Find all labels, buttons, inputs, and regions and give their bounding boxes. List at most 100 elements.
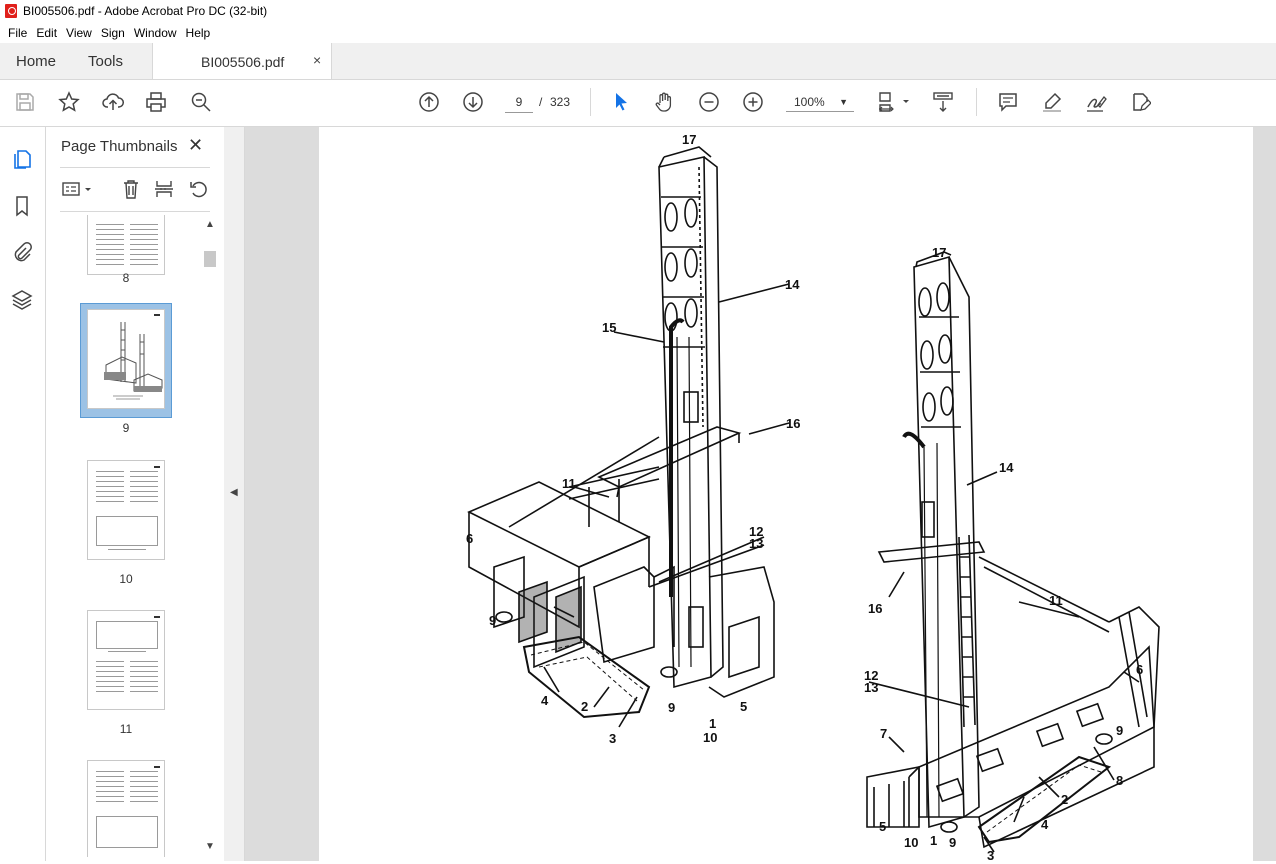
callout-label: 2	[581, 699, 588, 714]
callout-label: 5	[740, 699, 747, 714]
callout-label: 14	[785, 277, 800, 292]
print-icon[interactable]	[144, 90, 168, 114]
scroll-down-icon[interactable]: ▼	[205, 841, 215, 852]
upload-icon[interactable]	[101, 90, 125, 114]
extract-pages-icon[interactable]	[152, 177, 176, 201]
callout-label: 6	[466, 531, 473, 546]
left-rail	[0, 127, 46, 861]
callout-label: 13	[864, 680, 878, 695]
divider	[60, 211, 210, 212]
layers-icon[interactable]	[10, 288, 34, 312]
tab-document[interactable]: BI005506.pdf ×	[152, 43, 332, 79]
callout-label: 16	[868, 601, 882, 616]
panel-collapse-handle[interactable]: ◀	[224, 127, 245, 861]
callout-label: 3	[987, 848, 994, 861]
bookmarks-icon[interactable]	[10, 194, 34, 218]
scroll-mode-icon[interactable]	[931, 90, 955, 114]
thumbnail-page-10[interactable]	[87, 460, 165, 560]
callout-label: 14	[999, 460, 1014, 475]
thumbnail-drill-image	[104, 314, 163, 400]
chevron-left-icon: ◀	[230, 487, 238, 498]
zoom-out-icon[interactable]	[697, 90, 721, 114]
menu-file[interactable]: File	[8, 26, 27, 40]
thumbnail-page-11[interactable]	[87, 610, 165, 710]
attachments-icon[interactable]	[10, 240, 34, 264]
menu-window[interactable]: Window	[134, 26, 177, 40]
menu-bar: File Edit View Sign Window Help	[0, 22, 1276, 43]
page-fit-icon[interactable]	[876, 90, 912, 114]
callout-label: 3	[609, 731, 616, 746]
callout-label: 5	[879, 819, 886, 834]
save-icon[interactable]	[13, 90, 37, 114]
zoom-level-value: 100%	[794, 95, 825, 109]
menu-view[interactable]: View	[66, 26, 92, 40]
toolbar-divider	[590, 88, 591, 116]
zoom-level-select[interactable]: 100% ▼	[786, 92, 854, 112]
thumbnail-label: 11	[119, 722, 133, 736]
comment-icon[interactable]	[996, 90, 1020, 114]
tabs-bar: Home Tools BI005506.pdf ×	[0, 43, 1276, 80]
menu-sign[interactable]: Sign	[101, 26, 125, 40]
page-down-icon[interactable]	[461, 90, 485, 114]
page-separator: /	[539, 95, 543, 109]
thumbnail-page-8[interactable]	[87, 215, 165, 275]
callout-label: 9	[668, 700, 675, 715]
callout-label: 15	[602, 320, 616, 335]
thumbnail-page-12[interactable]	[87, 760, 165, 857]
scroll-thumb[interactable]	[204, 251, 216, 267]
close-panel-icon[interactable]: ✕	[188, 135, 203, 156]
zoom-search-icon[interactable]	[189, 90, 213, 114]
scroll-up-icon[interactable]: ▲	[205, 219, 215, 230]
select-cursor-icon[interactable]	[609, 90, 633, 114]
panel-title: Page Thumbnails	[61, 138, 178, 155]
callout-label: 4	[1041, 817, 1049, 832]
thumbnail-label: 9	[122, 421, 130, 435]
page-thumbnails-icon[interactable]	[10, 147, 34, 171]
pdf-file-icon	[5, 4, 17, 18]
callout-label: 8	[1116, 773, 1123, 788]
sign-icon[interactable]	[1084, 90, 1108, 114]
callout-label: 6	[1136, 662, 1143, 677]
callout-label: 7	[880, 726, 887, 741]
hand-icon[interactable]	[653, 90, 677, 114]
callout-label: 10	[703, 730, 717, 745]
delete-page-icon[interactable]	[119, 177, 143, 201]
callout-label: 9	[489, 613, 496, 628]
callout-label: 13	[749, 536, 763, 551]
rotate-page-icon[interactable]	[187, 177, 211, 201]
page-up-icon[interactable]	[417, 90, 441, 114]
callout-label: 9	[1116, 723, 1123, 738]
callout-label: 17	[932, 245, 946, 260]
highlight-pen-icon[interactable]	[1040, 90, 1064, 114]
menu-help[interactable]: Help	[186, 26, 211, 40]
document-viewport[interactable]: 17 14 15 16 11 12 13 6 9 4 2 3 9 1 10 5 …	[245, 127, 1276, 863]
main-toolbar: 9 / 323 100% ▼	[0, 80, 1276, 127]
callout-label: 10	[904, 835, 918, 850]
callout-label: 1	[930, 833, 937, 848]
callout-label: 1	[709, 716, 716, 731]
thumbnail-label: 8	[122, 271, 130, 285]
callout-label: 11	[1049, 593, 1063, 608]
total-pages: 323	[550, 95, 571, 109]
zoom-in-icon[interactable]	[741, 90, 765, 114]
thumbnail-page-9[interactable]	[87, 309, 165, 409]
callout-label: 17	[682, 132, 696, 147]
pdf-page: 17 14 15 16 11 12 13 6 9 4 2 3 9 1 10 5 …	[319, 127, 1253, 863]
thumbnail-scrollbar[interactable]: ▲ ▼	[202, 219, 218, 857]
window-title: BI005506.pdf - Adobe Acrobat Pro DC (32-…	[23, 4, 268, 18]
edit-pdf-icon[interactable]	[1128, 90, 1152, 114]
bookmark-star-icon[interactable]	[57, 90, 81, 114]
thumbnail-options-icon[interactable]	[60, 177, 96, 201]
tab-home[interactable]: Home	[16, 53, 56, 70]
current-page-input[interactable]: 9	[505, 92, 533, 113]
callout-label: 9	[949, 835, 956, 850]
thumbnail-panel: Page Thumbnails ✕ 8 9 10 11 ▲ ▼	[46, 127, 225, 861]
tab-document-label: BI005506.pdf	[201, 54, 285, 70]
thumbnail-list: 8 9 10 11	[46, 215, 202, 857]
menu-edit[interactable]: Edit	[36, 26, 57, 40]
tab-tools[interactable]: Tools	[88, 53, 123, 70]
callout-label: 2	[1061, 792, 1068, 807]
close-tab-icon[interactable]: ×	[313, 52, 321, 68]
thumbnail-label: 10	[119, 572, 133, 586]
callout-label: 11	[562, 476, 576, 491]
